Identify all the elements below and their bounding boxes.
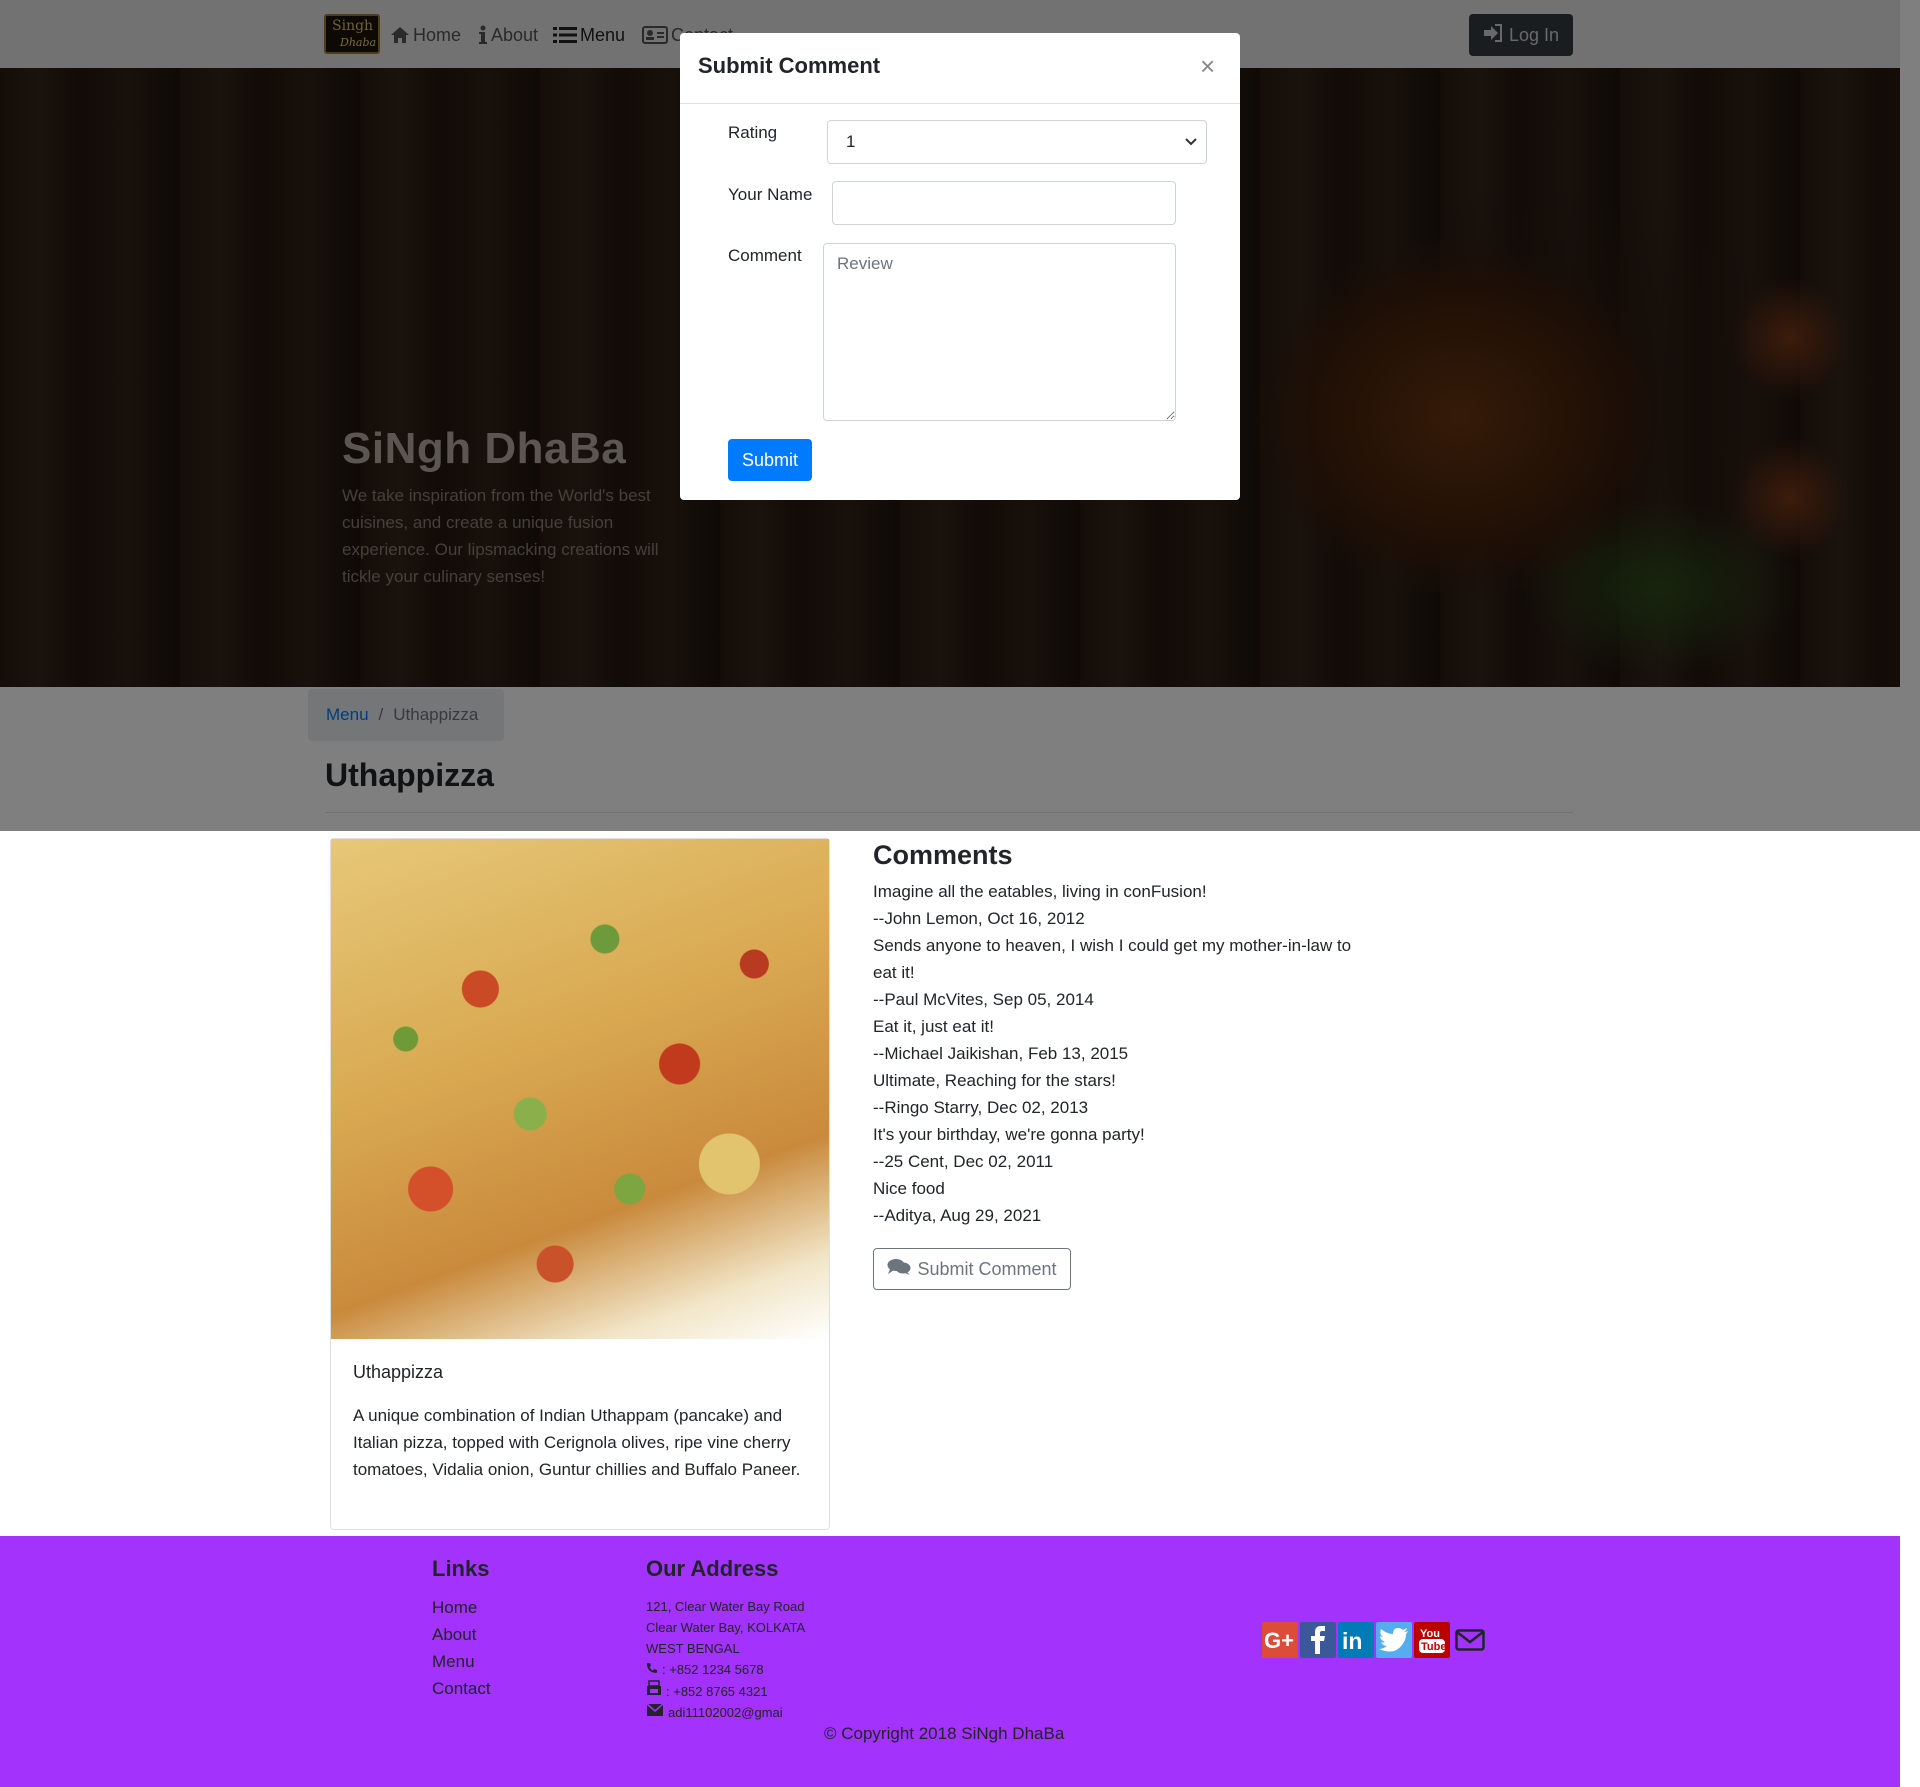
comment-text: Sends anyone to heaven, I wish I could g… <box>873 936 1352 982</box>
close-icon[interactable]: × <box>1200 51 1215 82</box>
phone-row: : +852 1234 5678 <box>646 1659 805 1680</box>
page-title: Uthappizza <box>325 757 494 793</box>
list-icon <box>553 26 577 44</box>
comment-text: Eat it, just eat it! <box>873 1017 994 1036</box>
email-address[interactable]: adi11102002@gmai <box>668 1702 783 1723</box>
dish-card: Uthappizza A unique combination of India… <box>330 838 830 1530</box>
twitter-icon[interactable] <box>1376 1622 1412 1658</box>
comment-textarea[interactable] <box>823 243 1176 421</box>
login-button[interactable]: Log In <box>1469 14 1573 56</box>
footer-links: Home About Menu Contact <box>432 1594 491 1702</box>
comment-author-date: --Michael Jaikishan, Feb 13, 2015 <box>873 1044 1129 1063</box>
name-label: Your Name <box>728 185 813 204</box>
comment-text: Ultimate, Reaching for the stars! <box>873 1071 1116 1090</box>
submit-button[interactable]: Submit <box>728 439 812 481</box>
hero-title: SiNgh DhaBa <box>342 424 627 473</box>
home-icon <box>390 26 410 44</box>
comment-author-date: --Aditya, Aug 29, 2021 <box>873 1206 1042 1225</box>
facebook-icon[interactable] <box>1300 1622 1336 1658</box>
comment-text: Imagine all the eatables, living in conF… <box>873 882 1207 901</box>
address-card-icon <box>642 26 668 44</box>
phone-icon <box>646 1659 658 1680</box>
comment-label: Comment <box>728 246 802 265</box>
address-line: Clear Water Bay, KOLKATA <box>646 1620 806 1635</box>
comment-item: Sends anyone to heaven, I wish I could g… <box>873 932 1373 1013</box>
hero-text: We take inspiration from the World's bes… <box>342 486 659 586</box>
envelope-icon <box>646 1702 664 1723</box>
youtube-icon[interactable]: You Tube <box>1414 1622 1450 1658</box>
chevron-down-icon <box>1184 133 1198 153</box>
breadcrumb-link-menu[interactable]: Menu <box>326 705 369 725</box>
submit-comment-label: Submit Comment <box>917 1258 1057 1279</box>
comment-item: Imagine all the eatables, living in conF… <box>873 878 1373 932</box>
comment-item: Ultimate, Reaching for the stars! --Ring… <box>873 1067 1373 1121</box>
dish-image <box>331 839 829 1339</box>
submit-comment-button[interactable]: Submit Comment <box>873 1248 1071 1290</box>
breadcrumb: Menu / Uthappizza <box>308 689 504 741</box>
breadcrumb-active: Uthappizza <box>393 705 479 724</box>
dish-name: Uthappizza <box>353 1362 444 1382</box>
nav-item-label: Home <box>413 24 462 45</box>
social-links: G+ in You Tube <box>1262 1622 1488 1658</box>
brand-logo[interactable]: Singh Dhaba <box>324 14 380 54</box>
comment-author-date: --Ringo Starry, Dec 02, 2013 <box>873 1098 1089 1117</box>
footer-link-menu[interactable]: Menu <box>432 1648 491 1675</box>
footer-link-contact[interactable]: Contact <box>432 1675 491 1702</box>
fax-icon <box>646 1680 662 1702</box>
nav-item-menu[interactable]: Menu <box>553 22 625 48</box>
comments-list: Imagine all the eatables, living in conF… <box>873 878 1373 1229</box>
breadcrumb-separator: / <box>378 705 384 724</box>
footer-link-home[interactable]: Home <box>432 1594 491 1621</box>
fax-number: : +852 8765 4321 <box>666 1683 768 1699</box>
dish-description: A unique combination of Indian Uthappam … <box>353 1406 801 1479</box>
svg-text:You: You <box>1420 1628 1440 1640</box>
svg-text:G+: G+ <box>1264 1628 1294 1653</box>
comment-item: Eat it, just eat it! --Michael Jaikishan… <box>873 1013 1373 1067</box>
comment-author-date: --John Lemon, Oct 16, 2012 <box>873 909 1085 928</box>
submit-comment-modal: Submit Comment × Rating 1 Your Name Comm… <box>680 33 1240 500</box>
linkedin-icon[interactable]: in <box>1338 1622 1374 1658</box>
login-label: Log In <box>1508 24 1560 45</box>
svg-text:in: in <box>1342 1628 1362 1653</box>
comment-item: Nice food --Aditya, Aug 29, 2021 <box>873 1175 1373 1229</box>
footer-address: 121, Clear Water Bay Road Clear Water Ba… <box>646 1596 805 1723</box>
address-line: WEST BENGAL <box>646 1641 740 1656</box>
address-line: 121, Clear Water Bay Road <box>646 1599 805 1614</box>
svg-text:Tube: Tube <box>1421 1641 1446 1653</box>
logo-text-line1: Singh <box>332 18 374 34</box>
email-row: adi11102002@gmai <box>646 1702 805 1723</box>
comment-text: It's your birthday, we're gonna party! <box>873 1125 1145 1144</box>
sign-in-icon <box>1483 23 1503 47</box>
nav-item-label: Menu <box>580 24 626 45</box>
modal-header: Submit Comment × <box>680 33 1240 104</box>
nav-item-label: About <box>491 24 539 45</box>
footer-link-about[interactable]: About <box>432 1621 491 1648</box>
comment-author-date: --25 Cent, Dec 02, 2011 <box>873 1152 1054 1171</box>
modal-title: Submit Comment <box>698 53 881 78</box>
nav-item-about[interactable]: About <box>478 22 538 48</box>
fax-row: : +852 8765 4321 <box>646 1680 805 1702</box>
copyright: © Copyright 2018 SiNgh DhaBa <box>824 1724 1065 1743</box>
envelope-icon[interactable] <box>1452 1622 1488 1658</box>
comment-text: Nice food <box>873 1179 945 1198</box>
comment-author-date: --Paul McVites, Sep 05, 2014 <box>873 990 1094 1009</box>
logo-text-line2: Dhaba <box>340 36 377 49</box>
footer: Links Home About Menu Contact Our Addres… <box>0 1536 1900 1787</box>
nav-item-home[interactable]: Home <box>390 22 461 48</box>
comments-icon <box>887 1258 911 1281</box>
phone-number: : +852 1234 5678 <box>662 1662 764 1677</box>
footer-address-title: Our Address <box>646 1556 779 1581</box>
rating-select[interactable]: 1 <box>827 120 1207 164</box>
comments-title: Comments <box>873 840 1013 870</box>
google-plus-icon[interactable]: G+ <box>1262 1622 1298 1658</box>
rating-label: Rating <box>728 123 778 142</box>
rating-selected-value: 1 <box>846 132 856 151</box>
heading-divider <box>325 812 1573 813</box>
info-icon <box>478 25 488 45</box>
footer-links-title: Links <box>432 1556 490 1581</box>
name-input[interactable] <box>832 181 1176 225</box>
comment-item: It's your birthday, we're gonna party! -… <box>873 1121 1373 1175</box>
